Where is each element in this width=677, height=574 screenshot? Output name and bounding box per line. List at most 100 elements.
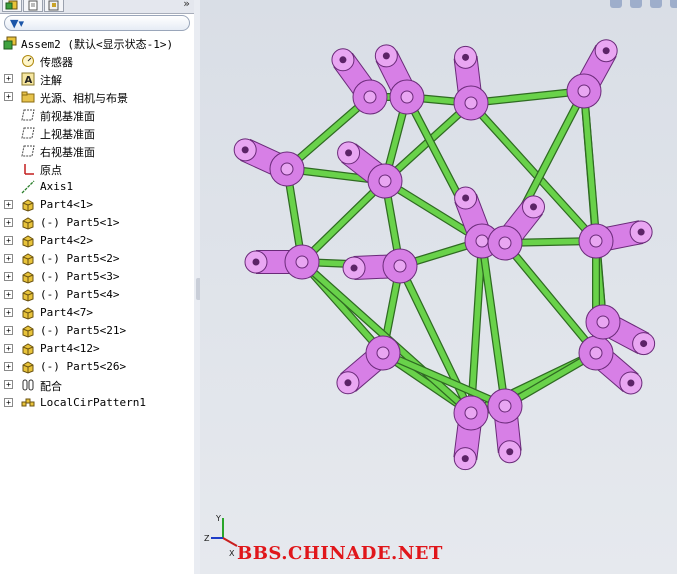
plane-icon: [21, 144, 35, 158]
tree-item[interactable]: + A 注解: [0, 70, 194, 88]
tree-item[interactable]: 传感器: [0, 52, 194, 70]
tree-item[interactable]: + (-) Part5<2>: [0, 250, 194, 268]
tree-item-label: LocalCirPattern1: [40, 396, 146, 409]
hub-center: [363, 90, 377, 104]
tree-item[interactable]: + LocalCirPattern1: [0, 394, 194, 412]
part-icon: [21, 216, 35, 230]
feature-manager-tab[interactable]: [2, 0, 22, 12]
tree-item-label: 配合: [40, 380, 62, 393]
cylinder-bore: [344, 379, 352, 387]
tree-item[interactable]: + Part4<1>: [0, 196, 194, 214]
cylinder-bore: [640, 340, 648, 348]
feature-manager-icon: [5, 0, 18, 10]
tree-item-label: 前视基准面: [40, 110, 95, 123]
zoom-area-icon[interactable]: [630, 0, 642, 8]
tree-root[interactable]: Assem2 (默认<显示状态-1>): [0, 34, 194, 52]
tree-item[interactable]: 右视基准面: [0, 142, 194, 160]
tree-item[interactable]: 前视基准面: [0, 106, 194, 124]
tree-item-label: Axis1: [40, 180, 74, 193]
part-icon: [21, 234, 35, 248]
tree-item[interactable]: Axis1: [0, 178, 194, 196]
tree-item[interactable]: + 光源、相机与布景: [0, 88, 194, 106]
configuration-manager-tab[interactable]: [44, 0, 64, 12]
part-icon: [21, 360, 35, 374]
tree-item[interactable]: + (-) Part5<4>: [0, 286, 194, 304]
expand-plus-icon[interactable]: +: [4, 218, 13, 227]
expand-plus-icon[interactable]: +: [4, 272, 13, 281]
tree-item-label: 上视基准面: [40, 128, 95, 141]
tree-item[interactable]: + (-) Part5<1>: [0, 214, 194, 232]
filter-icon[interactable]: ▼▾: [10, 17, 24, 30]
expand-plus-icon[interactable]: +: [4, 74, 13, 83]
sensor-icon: [21, 54, 35, 68]
tree-item-label: 光源、相机与布景: [40, 92, 128, 105]
lights-folder-icon: [21, 90, 35, 104]
previous-view-icon[interactable]: [650, 0, 662, 8]
expand-plus-icon[interactable]: +: [4, 326, 13, 335]
expand-plus-icon[interactable]: +: [4, 200, 13, 209]
expand-plus-icon[interactable]: +: [4, 398, 13, 407]
tree-item[interactable]: 上视基准面: [0, 124, 194, 142]
tree-item-label: 注解: [40, 74, 62, 87]
expand-plus-icon[interactable]: +: [4, 380, 13, 389]
property-manager-icon: [28, 0, 38, 11]
hub-center: [589, 234, 603, 248]
assembly-model[interactable]: [200, 0, 677, 574]
tree-item[interactable]: + Part4<7>: [0, 304, 194, 322]
tree-item[interactable]: + Part4<12>: [0, 340, 194, 358]
tree-item-label: (-) Part5<2>: [40, 252, 120, 265]
mates-icon: [21, 378, 35, 392]
cylinder-bore: [252, 258, 260, 266]
triad-z-label: Z: [204, 534, 210, 543]
hub-center: [498, 399, 512, 413]
cylinder-bore: [241, 146, 249, 154]
tree-item-label: Part4<12>: [40, 342, 100, 355]
assembly-icon: [3, 36, 17, 50]
tree-item-label: Part4<2>: [40, 234, 93, 247]
hub-center: [596, 315, 610, 329]
expand-plus-icon[interactable]: +: [4, 254, 13, 263]
expand-plus-icon[interactable]: +: [4, 290, 13, 299]
property-manager-tab[interactable]: [23, 0, 43, 12]
tree-item[interactable]: 原点: [0, 160, 194, 178]
tree-item[interactable]: + 配合: [0, 376, 194, 394]
watermark: BBS.CHINADE.NET: [237, 543, 443, 564]
tree-item-label: 原点: [40, 164, 62, 177]
part-icon: [21, 198, 35, 212]
zoom-to-fit-icon[interactable]: [610, 0, 622, 8]
tree-item-label: 传感器: [40, 56, 73, 69]
hub-center: [393, 259, 407, 273]
triad-x-label: X: [229, 549, 235, 558]
hub-center: [376, 346, 390, 360]
annotation-icon: A: [21, 72, 35, 86]
tree-item-label: (-) Part5<3>: [40, 270, 120, 283]
filter-bar[interactable]: ▼▾: [4, 15, 190, 31]
cylinder-bore: [345, 149, 353, 157]
expand-plus-icon[interactable]: +: [4, 344, 13, 353]
expand-plus-icon[interactable]: +: [4, 362, 13, 371]
tree-item[interactable]: + (-) Part5<3>: [0, 268, 194, 286]
cylinder-bore: [602, 47, 610, 55]
tree-item[interactable]: + (-) Part5<26>: [0, 358, 194, 376]
origin-icon: [21, 162, 35, 176]
panel-expand-chevron-icon[interactable]: »: [183, 0, 190, 10]
cylinder-bore: [506, 448, 514, 456]
hub-center: [577, 84, 591, 98]
cylinder-bore: [530, 203, 538, 211]
graphics-area[interactable]: [200, 0, 677, 574]
plane-icon: [21, 126, 35, 140]
tree-item[interactable]: + (-) Part5<21>: [0, 322, 194, 340]
hub-center: [464, 96, 478, 110]
hub-center: [475, 234, 489, 248]
triad-y-label: Y: [215, 514, 221, 523]
tree-root-label: Assem2 (默认<显示状态-1>): [21, 38, 174, 51]
expand-plus-icon[interactable]: +: [4, 92, 13, 101]
part-icon: [21, 342, 35, 356]
tree-item-label: Part4<7>: [40, 306, 93, 319]
expand-plus-icon[interactable]: +: [4, 236, 13, 245]
section-view-icon[interactable]: [670, 0, 677, 8]
expand-plus-icon[interactable]: +: [4, 308, 13, 317]
axis-icon: [21, 180, 35, 194]
tree-item-label: (-) Part5<21>: [40, 324, 127, 337]
tree-item[interactable]: + Part4<2>: [0, 232, 194, 250]
